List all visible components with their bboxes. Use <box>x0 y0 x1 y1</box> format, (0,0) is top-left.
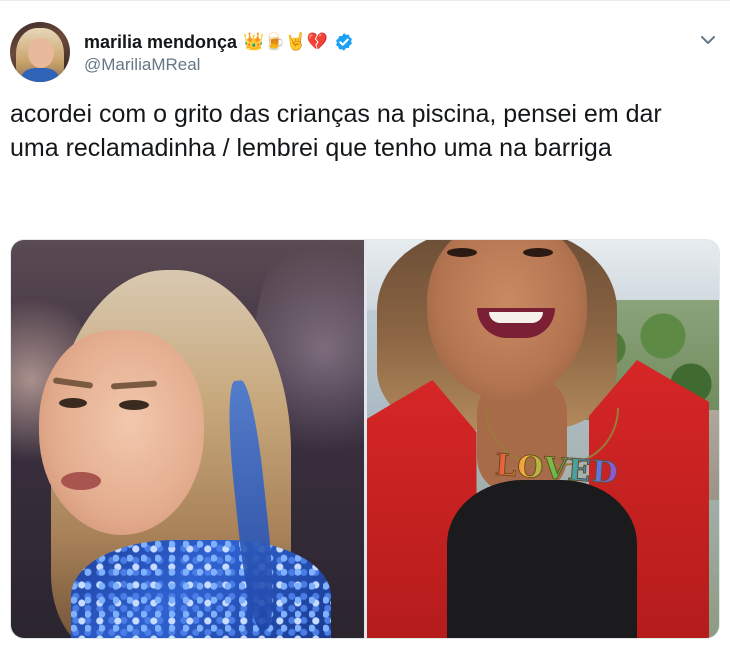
tweet-text: acordei com o grito das crianças na pisc… <box>10 100 662 162</box>
author-display-name[interactable]: marilia mendonça <box>84 32 237 53</box>
author-handle[interactable]: @MariliaMReal <box>84 55 200 75</box>
verified-badge-icon <box>334 32 354 52</box>
top-divider <box>0 0 730 9</box>
selfie-photo[interactable]: LOVED <box>366 240 719 638</box>
stage-photo[interactable] <box>11 240 364 638</box>
chevron-down-icon[interactable] <box>698 30 718 50</box>
tweet-media-grid: LOVED <box>10 239 720 639</box>
author-avatar[interactable] <box>10 22 70 82</box>
author-name-emojis: 👑🍺🤘💔 <box>243 32 328 51</box>
author-name-row[interactable]: marilia mendonça 👑🍺🤘💔 <box>84 30 354 54</box>
